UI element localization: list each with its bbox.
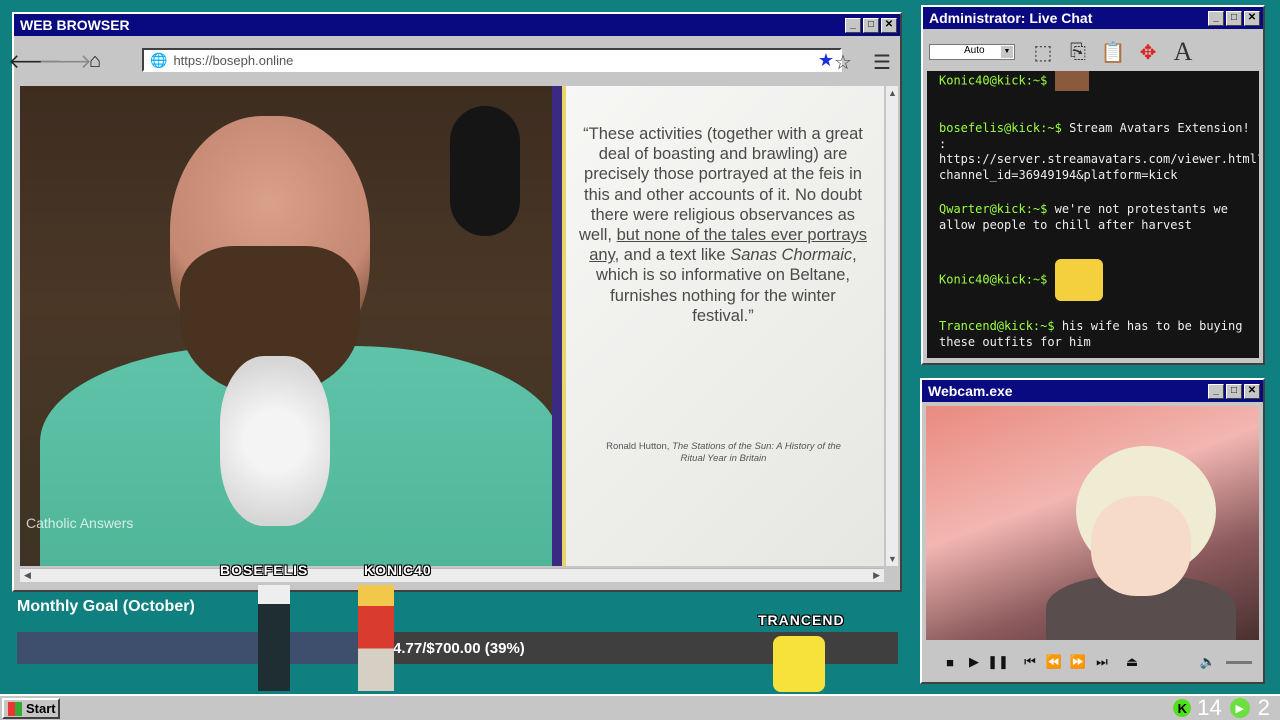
chat-toolbar: Auto ▼ ⬚ ⎘ 📋 ✥ A (925, 33, 1261, 71)
chat-message: Qwarter@kick:~$ we're not protestants we… (939, 202, 1259, 233)
avatar-face (1091, 496, 1191, 596)
copy-icon[interactable]: ⎘ (1062, 36, 1094, 68)
avatar-sprite-konic40[interactable] (358, 585, 394, 691)
volume-slider[interactable] (1226, 660, 1252, 664)
quote-panel: “These activities (together with a great… (566, 86, 884, 566)
system-tray: K 14 ▶ 2 (1173, 695, 1270, 720)
volume-icon[interactable]: 🔈 (1196, 654, 1220, 670)
kick-icon: K (1173, 699, 1192, 717)
pause-icon[interactable]: ❚❚ (986, 654, 1010, 670)
chat-messages: Konic40@kick:~$ bosefelis@kick:~$ Stream… (927, 71, 1259, 358)
close-button[interactable]: ✕ (1244, 383, 1260, 399)
home-icon[interactable]: ⌂ (82, 48, 108, 74)
webcam-video (926, 406, 1259, 640)
avatar-sprite-trancend[interactable] (773, 636, 825, 692)
vertical-scrollbar[interactable]: ▲ ▼ (886, 86, 898, 566)
address-bar[interactable]: 🌐 https://boseph.online ★ (142, 48, 842, 72)
horizontal-scrollbar[interactable]: ◀ ▶ (20, 568, 884, 582)
live-chat-window: Administrator: Live Chat _ □ ✕ Auto ▼ ⬚ … (921, 5, 1265, 365)
follower-count: 2 (1257, 695, 1270, 720)
chevron-down-icon[interactable]: ▼ (1001, 46, 1013, 58)
maximize-button[interactable]: □ (1226, 10, 1242, 26)
quote-text: “These activities (together with a great… (579, 125, 867, 325)
skip-forward-icon[interactable]: ⏭ (1090, 654, 1114, 670)
browser-title: WEB BROWSER (20, 17, 130, 33)
url-text: https://boseph.online (173, 52, 294, 68)
maximize-button[interactable]: □ (1226, 383, 1242, 399)
minimize-button[interactable]: _ (845, 17, 861, 33)
chat-username: Konic40@kick:~$ (939, 73, 1048, 88)
webcam-title: Webcam.exe (928, 383, 1013, 399)
chat-title: Administrator: Live Chat (929, 10, 1093, 26)
browser-navbar: 🡐 🡒 ⌂ 🌐 https://boseph.online ★ ☆ ☰ (8, 42, 896, 80)
forward-icon[interactable]: 🡒 (38, 48, 92, 74)
windows-logo-icon (8, 701, 22, 716)
font-icon[interactable]: A (1167, 36, 1199, 68)
favorites-icon[interactable]: ☆ (834, 50, 852, 75)
fast-forward-icon[interactable]: ⏩ (1066, 654, 1090, 670)
watermark-logo: Catholic Answers (26, 515, 134, 531)
video-viewport[interactable]: Catholic Answers “These activities (toge… (20, 86, 884, 566)
goal-progress-fill (17, 632, 361, 664)
play-icon[interactable]: ▶ (962, 654, 986, 670)
chat-titlebar[interactable]: Administrator: Live Chat _ □ ✕ (923, 7, 1263, 29)
stop-icon[interactable]: ■ (938, 655, 962, 670)
chat-message: Konic40@kick:~$ (939, 71, 1259, 91)
bookmark-star-icon[interactable]: ★ (818, 50, 834, 71)
presenter-video: Catholic Answers (20, 86, 560, 566)
menu-icon[interactable]: ☰ (873, 50, 891, 75)
scroll-right-icon[interactable]: ▶ (873, 570, 880, 581)
webcam-window: Webcam.exe _ □ ✕ ■ ▶ ❚❚ ⏮ ⏪ ⏩ ⏭ ⏏ 🔈 (920, 378, 1265, 684)
quote-citation: Ronald Hutton, The Stations of the Sun: … (606, 441, 841, 464)
chat-username: bosefelis@kick:~$ (939, 121, 1062, 135)
minimize-button[interactable]: _ (1208, 10, 1224, 26)
scroll-down-icon[interactable]: ▼ (888, 554, 897, 564)
scroll-left-icon[interactable]: ◀ (24, 570, 31, 581)
move-icon[interactable]: ✥ (1132, 36, 1164, 68)
goal-title: Monthly Goal (October) (17, 598, 195, 615)
close-button[interactable]: ✕ (1244, 10, 1260, 26)
web-browser-window: WEB BROWSER _ □ ✕ 🡐 🡒 ⌂ 🌐 https://boseph… (8, 12, 902, 592)
quote-italic: Sanas Chormaic (730, 246, 853, 265)
chat-message: Trancend@kick:~$ his wife has to be buyi… (939, 319, 1259, 350)
maximize-button[interactable]: □ (863, 17, 879, 33)
select-icon[interactable]: ⬚ (1027, 36, 1059, 68)
avatar-name-trancend: TRANCEND (758, 612, 845, 628)
browser-titlebar[interactable]: WEB BROWSER _ □ ✕ (14, 14, 900, 36)
webcam-titlebar[interactable]: Webcam.exe _ □ ✕ (922, 380, 1263, 402)
microphone (450, 106, 520, 236)
eject-icon[interactable]: ⏏ (1120, 654, 1144, 670)
globe-icon: 🌐 (150, 51, 168, 68)
chat-username: Qwarter@kick:~$ (939, 202, 1048, 216)
rewind-icon[interactable]: ⏪ (1042, 654, 1066, 670)
viewer-count: 14 (1197, 695, 1222, 720)
pikachu-emote-icon (1054, 259, 1103, 301)
start-button[interactable]: Start (2, 698, 60, 719)
chat-username: Konic40@kick:~$ (939, 272, 1048, 287)
avatar-name-bosefelis: BOSEFELIS (220, 562, 309, 578)
rock-emote-icon (1054, 71, 1089, 91)
chat-message: Konic40@kick:~$ (939, 259, 1259, 301)
avatar-sprite-bosefelis[interactable] (258, 585, 290, 691)
taskbar: Start K 14 ▶ 2 (0, 694, 1280, 720)
lace-jabot (220, 356, 330, 526)
play-circle-icon: ▶ (1229, 698, 1250, 718)
avatar-name-konic40: KONIC40 (364, 562, 432, 578)
chat-message: bosefelis@kick:~$ Stream Avatars Extensi… (939, 121, 1259, 183)
close-button[interactable]: ✕ (881, 17, 897, 33)
chat-username: Trancend@kick:~$ (939, 319, 1055, 333)
media-controls: ■ ▶ ❚❚ ⏮ ⏪ ⏩ ⏭ ⏏ 🔈 (926, 648, 1259, 676)
scroll-up-icon[interactable]: ▲ (888, 88, 897, 98)
font-size-select[interactable]: Auto ▼ (929, 44, 1015, 60)
divider-bar (552, 86, 562, 566)
minimize-button[interactable]: _ (1208, 383, 1224, 399)
paste-icon[interactable]: 📋 (1097, 36, 1129, 68)
skip-back-icon[interactable]: ⏮ (1018, 654, 1042, 670)
